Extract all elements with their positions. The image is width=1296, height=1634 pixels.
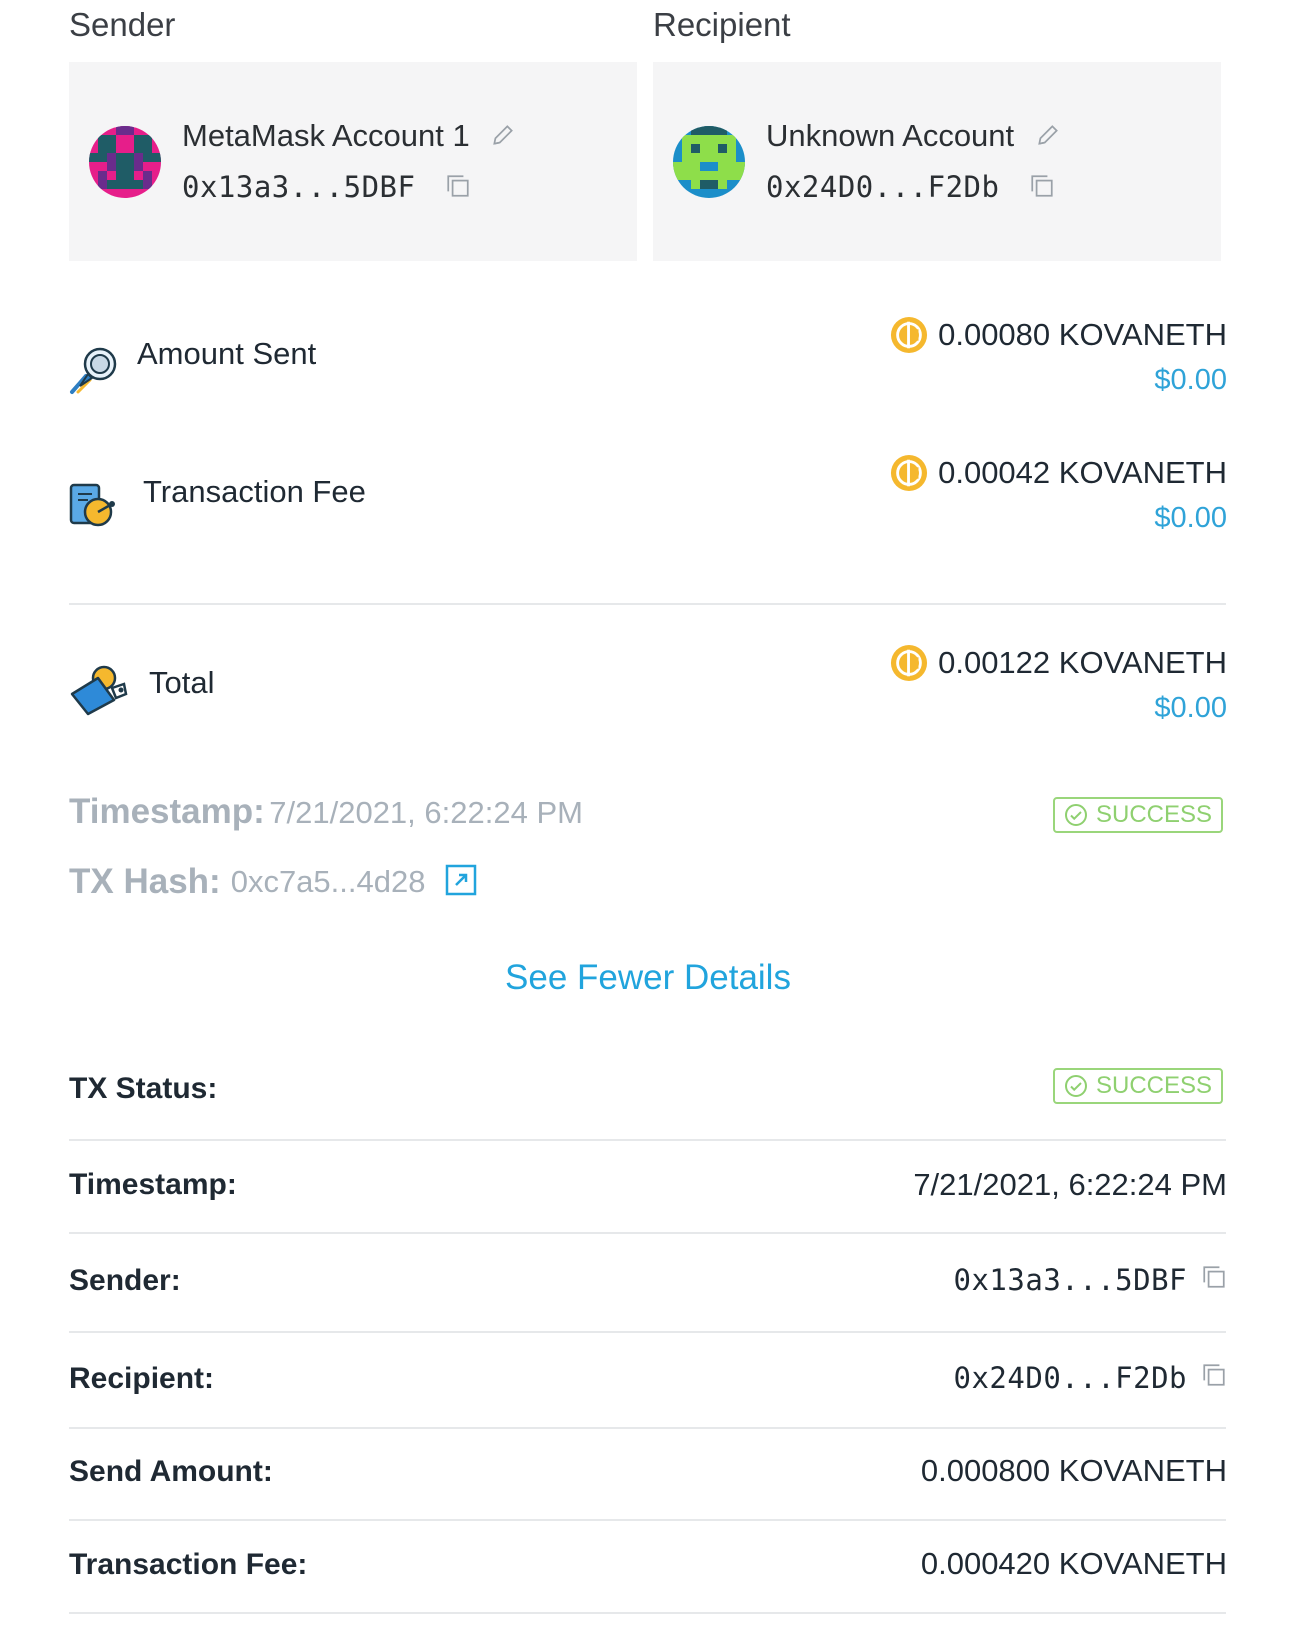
check-circle-icon [1064, 804, 1087, 826]
divider [69, 1427, 1226, 1429]
meta-tx-hash: TX Hash: 0xc7a5...4d28 [69, 862, 477, 902]
divider [69, 603, 1226, 605]
sender-title: Sender [69, 6, 176, 43]
divider [69, 1139, 1226, 1141]
edit-pencil-icon[interactable] [1035, 120, 1061, 156]
detail-status-text: SUCCESS [1095, 1072, 1213, 1099]
transaction-fee-fiat: $0.00 [1154, 502, 1227, 534]
recipient-title: Recipient [653, 6, 791, 43]
meta-timestamp: Timestamp: 7/21/2021, 6:22:24 PM [69, 792, 583, 832]
recipient-address: 0x24D0...F2Db [766, 170, 1055, 206]
transaction-fee-value: 0.00042 KOVANETH [890, 454, 1227, 492]
sender-address-text: 0x13a3...5DBF [182, 170, 416, 204]
detail-sender-address: 0x13a3...5DBF [953, 1263, 1187, 1297]
see-fewer-details-link[interactable]: See Fewer Details [0, 958, 1296, 998]
detail-timestamp-value: 7/21/2021, 6:22:24 PM [913, 1167, 1227, 1202]
recipient-card: Unknown Account 0x24D0...F2Db [653, 62, 1221, 261]
meta-timestamp-label: Timestamp: [69, 792, 265, 831]
transaction-fee-text: 0.00042 KOVANETH [938, 455, 1227, 490]
divider [69, 1232, 1226, 1234]
detail-status-label: TX Status: [69, 1072, 218, 1105]
meta-hash-value[interactable]: 0xc7a5...4d28 [231, 864, 426, 900]
divider [69, 1519, 1226, 1521]
transaction-fee-label: Transaction Fee [143, 474, 366, 509]
sender-avatar [89, 126, 161, 198]
coin-icon [891, 316, 928, 354]
total-text: 0.00122 KOVANETH [938, 645, 1227, 680]
sender-address: 0x13a3...5DBF [182, 170, 471, 206]
detail-status-badge: SUCCESS [1053, 1068, 1223, 1104]
rocket-coin-icon [68, 346, 122, 401]
sender-account-name: MetaMask Account 1 [182, 118, 516, 156]
detail-sender-label: Sender: [69, 1264, 181, 1297]
copy-icon[interactable] [1029, 172, 1055, 206]
coin-icon [891, 644, 928, 682]
recipient-avatar [673, 126, 745, 198]
divider [69, 1612, 1226, 1614]
recipient-address-text: 0x24D0...F2Db [766, 170, 1000, 204]
recipient-account-name: Unknown Account [766, 118, 1061, 156]
copy-icon[interactable] [1201, 1360, 1227, 1396]
wallet-icon [68, 664, 130, 721]
amount-sent-value: 0.00080 KOVANETH [890, 316, 1227, 354]
divider [69, 1331, 1226, 1333]
meta-timestamp-value: 7/21/2021, 6:22:24 PM [269, 795, 583, 830]
detail-fee-value: 0.000420 KOVANETH [920, 1546, 1227, 1581]
meta-hash-label: TX Hash: [69, 862, 221, 901]
amount-sent-text: 0.00080 KOVANETH [938, 317, 1227, 352]
edit-pencil-icon[interactable] [490, 120, 516, 156]
sender-card: MetaMask Account 1 0x13a3...5DBF [69, 62, 637, 261]
total-value: 0.00122 KOVANETH [890, 644, 1227, 682]
recipient-name-text: Unknown Account [766, 118, 1015, 153]
status-badge-text: SUCCESS [1095, 801, 1213, 828]
copy-icon[interactable] [445, 172, 471, 206]
copy-icon[interactable] [1201, 1262, 1227, 1298]
fee-receipt-icon [68, 482, 120, 535]
amount-sent-fiat: $0.00 [1154, 364, 1227, 396]
amount-sent-label: Amount Sent [137, 336, 317, 371]
total-fiat: $0.00 [1154, 692, 1227, 724]
external-link-icon[interactable] [445, 864, 477, 901]
check-circle-icon [1064, 1075, 1087, 1097]
detail-fee-label: Transaction Fee: [69, 1548, 308, 1581]
detail-recipient-label: Recipient: [69, 1362, 215, 1395]
status-badge: SUCCESS [1053, 797, 1223, 833]
detail-recipient-value: 0x24D0...F2Db [954, 1360, 1227, 1396]
coin-icon [891, 454, 928, 492]
detail-sender-value: 0x13a3...5DBF [954, 1262, 1227, 1298]
detail-recipient-address: 0x24D0...F2Db [953, 1361, 1187, 1395]
sender-name-text: MetaMask Account 1 [182, 118, 470, 153]
total-label: Total [149, 665, 215, 700]
detail-timestamp-label: Timestamp: [69, 1168, 237, 1201]
detail-send-amount-label: Send Amount: [69, 1455, 273, 1488]
detail-send-amount-value: 0.000800 KOVANETH [920, 1453, 1227, 1488]
